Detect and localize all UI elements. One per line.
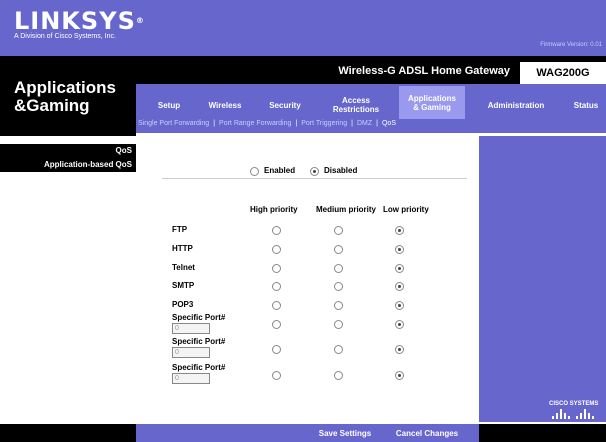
- smtp-medium-radio[interactable]: [334, 282, 343, 291]
- logo-tagline: A Division of Cisco Systems, Inc.: [14, 33, 116, 40]
- port2-medium-radio[interactable]: [334, 345, 343, 354]
- qos-disabled-label: Disabled: [324, 166, 358, 175]
- pop3-medium-radio[interactable]: [334, 301, 343, 310]
- cancel-changes-button[interactable]: Cancel Changes: [389, 427, 465, 441]
- tab-administration[interactable]: Administration: [474, 92, 558, 118]
- sidebar-qos: QoS: [0, 144, 136, 158]
- subnav: Single Port Forwarding | Port Range Forwar…: [138, 120, 396, 127]
- subnav-dmz[interactable]: DMZ: [357, 120, 372, 127]
- sidebar-app-qos: Application-based QoS: [0, 158, 136, 172]
- tab-access-restrictions[interactable]: Access Restrictions: [322, 92, 390, 118]
- specific-port-2-input[interactable]: [172, 347, 210, 358]
- port3-low-radio[interactable]: [395, 371, 404, 380]
- row-label-pop3: POP3: [172, 300, 194, 309]
- smtp-high-radio[interactable]: [272, 282, 281, 291]
- firmware-version: Firmware Version: 0.01: [540, 42, 602, 48]
- port2-high-radio[interactable]: [272, 345, 281, 354]
- row-label-ftp: FTP: [172, 225, 188, 234]
- section-divider: [162, 178, 467, 179]
- smtp-low-radio[interactable]: [395, 282, 404, 291]
- port2-low-radio[interactable]: [395, 345, 404, 354]
- port1-medium-radio[interactable]: [334, 320, 343, 329]
- telnet-high-radio[interactable]: [272, 264, 281, 273]
- save-settings-button[interactable]: Save Settings: [312, 427, 378, 441]
- specific-port-1-input[interactable]: [172, 323, 210, 334]
- footer-left: [0, 424, 136, 442]
- help-panel: [479, 136, 606, 422]
- tab-security[interactable]: Security: [260, 92, 310, 118]
- footer-right: [479, 424, 606, 442]
- pop3-high-radio[interactable]: [272, 301, 281, 310]
- col-high-priority: High priority: [250, 205, 298, 214]
- tab-wireless[interactable]: Wireless: [200, 92, 250, 118]
- subnav-port-triggering[interactable]: Port Triggering: [301, 120, 347, 127]
- cisco-logo: CISCO SYSTEMS: [549, 401, 599, 407]
- ftp-medium-radio[interactable]: [334, 226, 343, 235]
- qos-disabled-radio[interactable]: [310, 167, 319, 176]
- specific-port-3-input[interactable]: [172, 373, 210, 384]
- tab-setup[interactable]: Setup: [148, 92, 190, 118]
- http-high-radio[interactable]: [272, 245, 281, 254]
- telnet-medium-radio[interactable]: [334, 264, 343, 273]
- sidebar: [0, 136, 136, 422]
- model-badge: WAG200G: [520, 62, 606, 84]
- tab-applications-gaming[interactable]: Applications & Gaming: [399, 86, 465, 120]
- col-low-priority: Low priority: [383, 205, 429, 214]
- tab-status[interactable]: Status: [566, 92, 606, 118]
- port1-low-radio[interactable]: [395, 320, 404, 329]
- telnet-low-radio[interactable]: [395, 264, 404, 273]
- http-low-radio[interactable]: [395, 245, 404, 254]
- row-label-port-3: Specific Port#: [172, 363, 226, 372]
- port1-high-radio[interactable]: [272, 320, 281, 329]
- subnav-port-range[interactable]: Port Range Forwarding: [219, 120, 291, 127]
- http-medium-radio[interactable]: [334, 245, 343, 254]
- port3-high-radio[interactable]: [272, 371, 281, 380]
- subnav-single-port[interactable]: Single Port Forwarding: [138, 120, 209, 127]
- row-label-telnet: Telnet: [172, 263, 195, 272]
- row-label-port-2: Specific Port#: [172, 337, 226, 346]
- qos-enabled-radio[interactable]: [250, 167, 259, 176]
- page-title: Applications &Gaming: [14, 78, 117, 115]
- row-label-port-1: Specific Port#: [172, 313, 226, 322]
- top-banner: LINKSYS® A Division of Cisco Systems, In…: [0, 0, 606, 56]
- cisco-bars-icon: [552, 409, 600, 419]
- product-name: Wireless-G ADSL Home Gateway: [338, 65, 510, 77]
- ftp-low-radio[interactable]: [395, 226, 404, 235]
- linksys-logo: LINKSYS®: [14, 7, 145, 35]
- col-medium-priority: Medium priority: [316, 205, 377, 214]
- ftp-high-radio[interactable]: [272, 226, 281, 235]
- row-label-smtp: SMTP: [172, 281, 195, 290]
- qos-enabled-label: Enabled: [264, 166, 296, 175]
- row-label-http: HTTP: [172, 244, 193, 253]
- pop3-low-radio[interactable]: [395, 301, 404, 310]
- subnav-qos[interactable]: QoS: [382, 120, 396, 127]
- port3-medium-radio[interactable]: [334, 371, 343, 380]
